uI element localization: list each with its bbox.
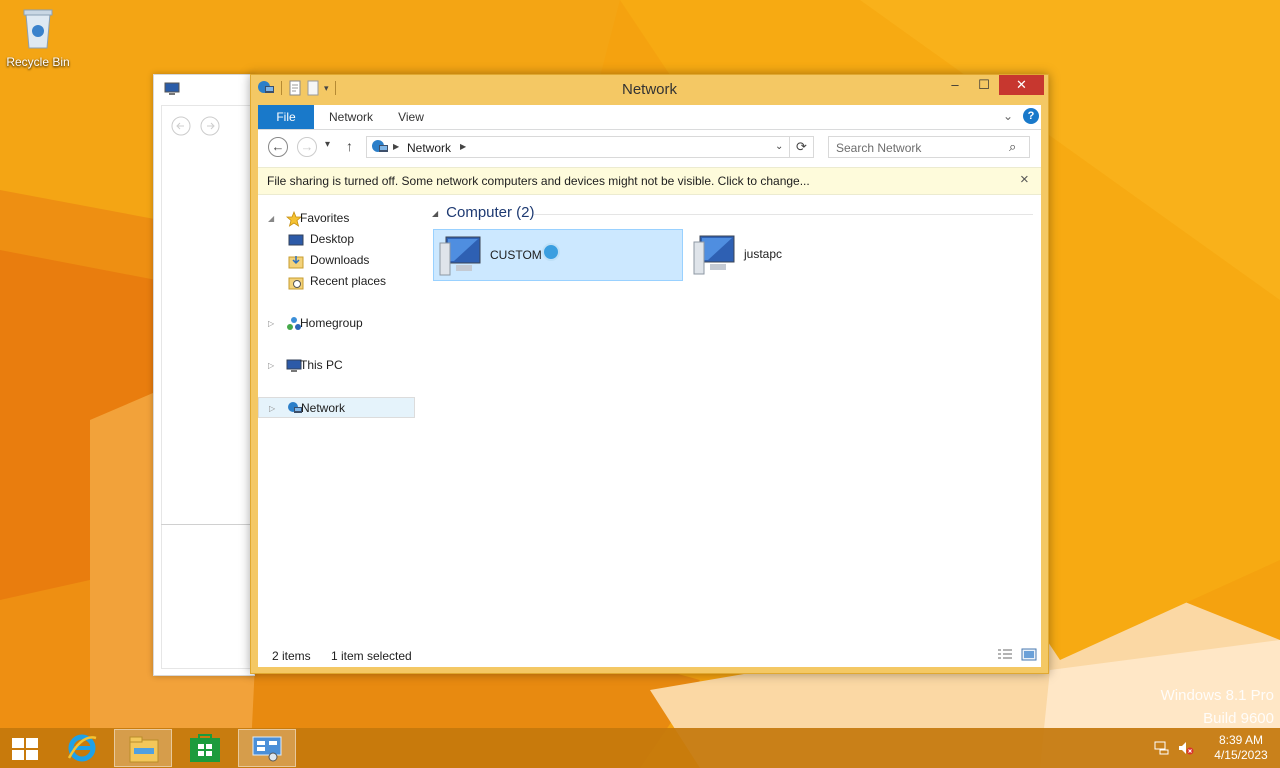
nav-label: Downloads [310,253,370,267]
window-client-area: File Network View ⌄ ? ← → ▾ ↑ ▶ Network … [258,105,1041,667]
file-explorer-icon [129,736,159,763]
desktop-icon-label: Recycle Bin [6,55,70,69]
taskbar: 8:39 AM 4/15/2023 [0,728,1280,768]
expand-ribbon-icon[interactable]: ⌄ [1003,109,1013,123]
breadcrumb-network[interactable]: Network [407,141,451,155]
recent-places-icon [288,277,304,290]
network-control-icon [252,736,282,762]
close-infobar-icon[interactable]: × [1020,171,1029,188]
expand-arrow-icon[interactable]: ▷ [269,398,275,419]
file-explorer-window[interactable]: ▾ Network – ☐ ✕ File Network View ⌄ ? ← … [250,74,1049,674]
item-name: justapc [744,247,783,261]
search-box[interactable]: ⌕ [828,136,1030,159]
computer-icon [164,82,180,95]
busy-cursor-icon [542,243,560,261]
nav-item-this-pc[interactable]: ▷ This PC [258,355,415,376]
infobar-message[interactable]: File sharing is turned off. Some network… [267,174,810,188]
background-window[interactable] [153,74,255,676]
nav-label: Network [301,401,346,415]
nav-item-desktop[interactable]: Desktop [258,229,415,250]
maximize-button[interactable]: ☐ [970,75,998,95]
back-button[interactable]: ← [268,137,288,157]
taskbar-file-explorer[interactable] [114,729,172,767]
computer-item[interactable]: justapc [688,229,938,281]
taskbar-network-app[interactable] [238,729,296,767]
search-input[interactable] [829,137,1008,159]
collapse-arrow-icon[interactable]: ◢ [268,208,274,229]
windows-watermark: Windows 8.1 Pro Build 9600 [1161,684,1274,730]
internet-explorer-icon [67,734,97,762]
nav-item-homegroup[interactable]: ▷ Homegroup [258,313,415,334]
forward-button[interactable]: → [297,137,317,157]
large-icons-view-icon[interactable] [1021,648,1037,661]
selection-count: 1 item selected [331,649,412,663]
nav-label: Recent places [310,274,387,288]
computer-item[interactable]: CUSTOM [433,229,683,281]
search-icon[interactable]: ⌕ [1009,139,1016,155]
network-icon [372,140,388,152]
up-arrow-icon[interactable]: ↑ [346,138,353,154]
content-pane[interactable]: ◢ Computer (2) CUSTOM justapc [428,195,1041,641]
collapse-group-icon[interactable]: ◢ [432,209,438,218]
nav-item-downloads[interactable]: Downloads [258,250,415,271]
start-icon [12,738,38,760]
tab-network[interactable]: Network [318,105,384,129]
desktop-icon [288,234,304,246]
tab-file[interactable]: File [258,105,314,129]
watermark-edition: Windows 8.1 Pro [1160,687,1274,704]
downloads-icon [288,256,304,269]
expand-arrow-icon[interactable]: ▷ [268,355,274,376]
address-bar[interactable]: ▶ Network ▶ ⌄ [366,136,790,158]
taskbar-internet-explorer[interactable] [54,729,112,767]
clock[interactable]: 8:39 AM 4/15/2023 [1206,733,1276,763]
clock-time: 8:39 AM [1218,733,1264,747]
clock-date: 4/15/2023 [1214,748,1268,762]
computer-icon [439,236,481,276]
tab-view[interactable]: View [388,105,434,129]
start-button[interactable] [0,729,48,767]
system-tray: 8:39 AM 4/15/2023 [1150,728,1280,768]
address-dropdown-icon[interactable]: ⌄ [775,141,783,152]
help-icon[interactable]: ? [1023,108,1039,124]
group-header-computer[interactable]: ◢ Computer (2) [432,204,535,221]
group-divider [534,214,1033,215]
details-view-icon[interactable] [997,648,1013,661]
navigation-pane: ◢ Favorites Desktop Downloads Recent pla… [258,195,418,641]
nav-item-network[interactable]: ▷ Network [258,397,415,418]
background-window-pane [161,105,253,669]
nav-item-favorites[interactable]: ◢ Favorites [258,208,415,229]
file-sharing-infobar[interactable]: File sharing is turned off. Some network… [258,167,1041,195]
breadcrumb-arrow-icon[interactable]: ▶ [460,142,466,151]
window-title: Network [621,81,677,98]
store-icon [190,734,220,762]
minimize-button[interactable]: – [941,75,969,95]
divider [161,524,251,525]
taskbar-store[interactable] [176,729,234,767]
desktop-icon-recycle-bin[interactable]: Recycle Bin [0,6,76,69]
item-name: CUSTOM [490,248,542,262]
group-title: Computer (2) [446,204,535,221]
volume-muted-icon[interactable] [1178,741,1194,755]
breadcrumb-arrow-icon[interactable]: ▶ [393,142,399,151]
forward-arrow-icon [200,116,220,136]
navigation-bar: ← → ▾ ↑ ▶ Network ▶ ⌄ ⟳ ⌕ [258,130,1041,164]
nav-label: This PC [300,358,343,372]
watermark-build: Build 9600 [1203,710,1274,727]
status-bar: 2 items 1 item selected [258,641,1041,667]
refresh-button[interactable]: ⟳ [790,136,814,158]
network-status-icon[interactable] [1154,741,1170,755]
nav-label: Homegroup [300,316,363,330]
close-button[interactable]: ✕ [999,75,1044,95]
expand-arrow-icon[interactable]: ▷ [268,313,274,334]
nav-label: Desktop [310,232,355,246]
title-bar[interactable]: ▾ Network – ☐ ✕ [251,75,1048,105]
recent-locations-icon[interactable]: ▾ [325,139,330,150]
back-arrow-icon [171,116,191,136]
nav-label: Favorites [300,211,350,225]
computer-icon [693,235,735,275]
nav-item-recent-places[interactable]: Recent places [258,271,415,292]
recycle-bin-icon [23,9,53,49]
ribbon-tabs: File Network View ⌄ ? [258,105,1041,130]
item-count: 2 items [272,649,311,663]
